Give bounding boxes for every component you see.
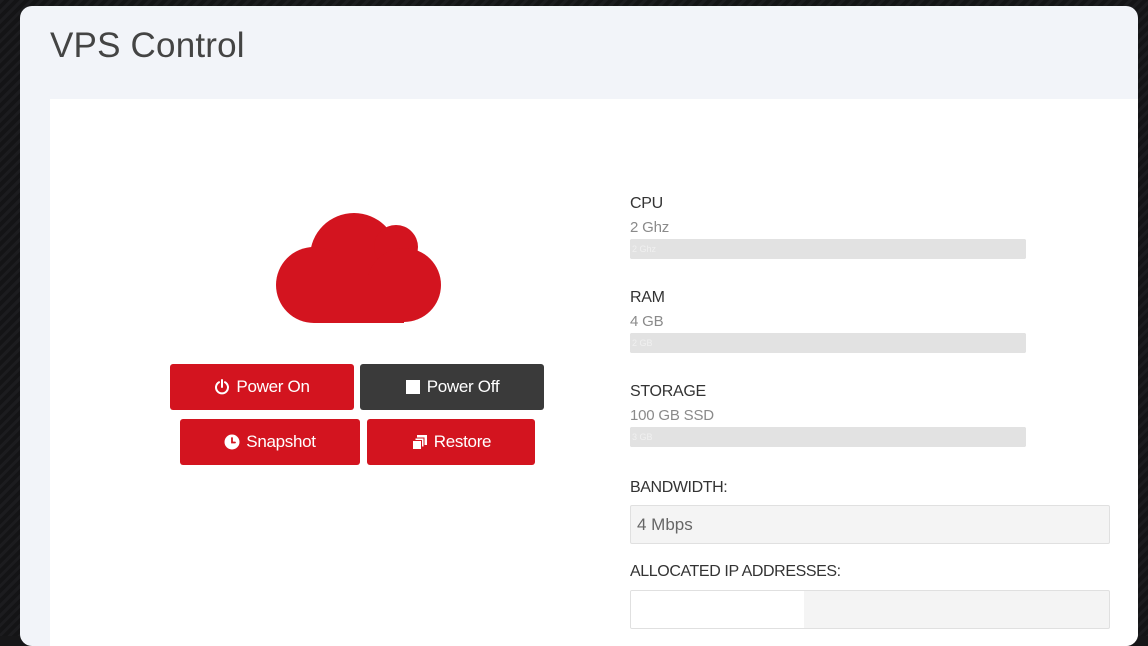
storage-label: STORAGE: [630, 383, 706, 400]
ram-value: 4 GB: [630, 313, 664, 330]
cpu-label: CPU: [630, 195, 663, 212]
ram-usage-fill: 2 GB: [630, 333, 1026, 353]
cloud-icon: [274, 205, 444, 330]
bandwidth-label: BANDWIDTH:: [630, 479, 728, 496]
ram-usage-bar: 2 GB: [630, 333, 1026, 353]
restore-label: Restore: [433, 432, 492, 451]
vps-control-panel: VPS Control Power On Power Off Snapshot …: [20, 6, 1138, 646]
copy-stack-icon: [411, 434, 428, 450]
panel-title: VPS Control: [50, 26, 245, 65]
power-off-button[interactable]: Power Off: [360, 364, 544, 410]
snapshot-label: Snapshot: [246, 432, 316, 451]
power-off-label: Power Off: [426, 377, 500, 396]
power-on-button[interactable]: Power On: [170, 364, 354, 410]
cpu-value: 2 Ghz: [630, 219, 670, 236]
cpu-usage-fill: 2 Ghz: [630, 239, 1026, 259]
ram-label: RAM: [630, 289, 665, 306]
power-on-label: Power On: [236, 377, 310, 396]
storage-value: 100 GB SSD: [630, 407, 714, 424]
allocated-ip-value: [631, 591, 804, 628]
storage-usage-bar: 3 GB: [630, 427, 1026, 447]
power-icon: [214, 379, 230, 395]
bandwidth-field[interactable]: [630, 505, 1110, 544]
restore-button[interactable]: Restore: [367, 419, 535, 465]
stop-square-icon: [405, 379, 421, 395]
allocated-ip-field[interactable]: [630, 590, 1110, 629]
panel-body: Power On Power Off Snapshot Restore CPU …: [50, 99, 1138, 646]
allocated-ip-label: ALLOCATED IP ADDRESSES:: [630, 563, 841, 580]
snapshot-button[interactable]: Snapshot: [180, 419, 360, 465]
cpu-usage-bar: 2 Ghz: [630, 239, 1026, 259]
storage-usage-fill: 3 GB: [630, 427, 1026, 447]
clock-icon: [224, 434, 240, 450]
